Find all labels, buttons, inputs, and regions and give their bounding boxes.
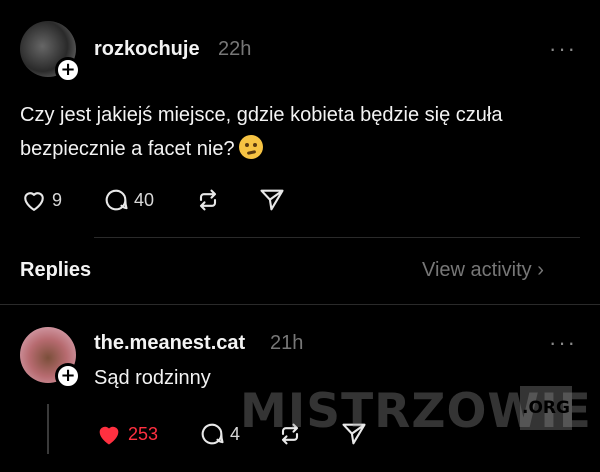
comment-icon [105,189,128,211]
heart-icon [24,192,44,211]
reply-comment-count: 4 [230,423,241,444]
reply-time: 21h [270,332,304,354]
comment-icon [201,423,224,445]
like-button[interactable]: 9 [20,186,62,214]
post-time: 22h [218,38,252,60]
repost-button[interactable] [194,186,222,214]
repost-icon [199,189,217,211]
reply-like-count: 253 [128,423,159,444]
more-options-icon[interactable]: ··· [549,38,577,60]
reply-text: Sąd rodzinny [94,367,211,389]
divider [94,237,580,238]
follow-plus-icon[interactable]: + [55,57,81,83]
view-activity-link[interactable]: View activity › [422,259,544,282]
heart-filled-icon [99,426,119,445]
more-options-icon[interactable]: ··· [549,332,577,354]
comment-button[interactable]: 4 [198,420,240,448]
post-text: Czy jest jakiejś miejsce, gdzie kobieta … [20,98,580,166]
thinking-face-icon [238,135,263,159]
share-button[interactable] [258,186,286,214]
reply-username[interactable]: the.meanest.cat [94,332,245,355]
follow-plus-icon[interactable]: + [55,363,81,389]
comment-button[interactable]: 40 [102,186,154,214]
like-count: 9 [52,189,63,210]
watermark-org: .ORG [520,386,572,430]
like-button[interactable]: 253 [94,420,158,448]
thread-line [47,404,49,454]
post-username[interactable]: rozkochuje [94,38,200,61]
replies-label: Replies [20,259,92,281]
divider [0,304,600,305]
post-actions: 9 40 [20,186,286,214]
comment-count: 40 [134,189,155,210]
send-icon [260,189,284,211]
